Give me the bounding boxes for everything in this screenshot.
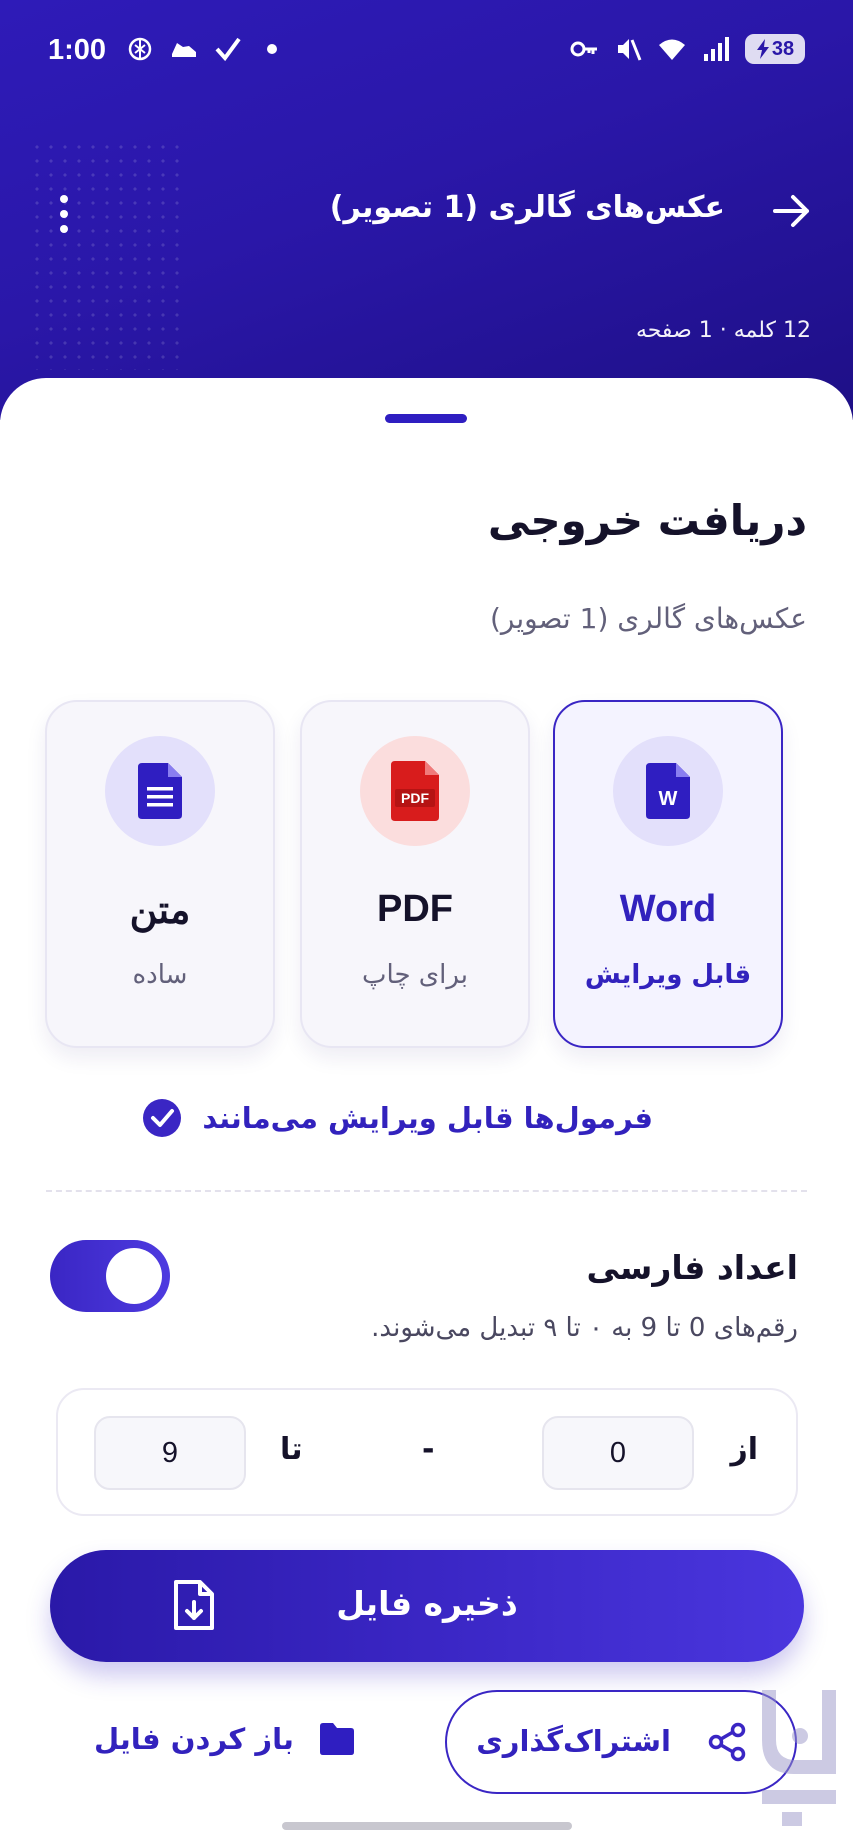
word-icon-circle: W: [613, 736, 723, 846]
store-logo-watermark: [762, 1690, 836, 1826]
divider: [46, 1190, 807, 1192]
format-card-word[interactable]: W Word قابل ویرایش: [553, 700, 783, 1048]
text-file-icon: [138, 763, 182, 819]
share-icon: [708, 1722, 746, 1762]
toggle-knob: [106, 1248, 162, 1304]
range-to-label: تا: [280, 1432, 303, 1467]
farsi-numbers-toggle[interactable]: [50, 1240, 170, 1312]
back-arrow-icon[interactable]: [771, 194, 811, 228]
pdf-icon-circle: PDF: [360, 736, 470, 846]
document-stats: 12 کلمه · 1 صفحه: [635, 318, 811, 343]
format-card-pdf[interactable]: PDF PDF برای چاپ: [300, 700, 530, 1048]
word-file-icon: W: [646, 763, 690, 819]
format-title-word: Word: [619, 888, 717, 930]
wifi-icon: [659, 39, 685, 60]
sheet-title: دریافت خروجی: [487, 496, 807, 545]
battery-indicator: 38: [745, 34, 805, 64]
range-from-input[interactable]: 0: [542, 1416, 694, 1490]
key-icon: [570, 41, 597, 57]
range-from-label: از: [730, 1432, 758, 1467]
mute-icon: [618, 39, 642, 61]
folder-icon: [319, 1723, 354, 1755]
sheet-subtitle: عکس‌های گالری (1 تصویر): [490, 602, 807, 635]
open-file-label: باز کردن فایل: [94, 1722, 294, 1756]
farsi-numbers-description: رقم‌های 0 تا 9 به ۰ تا ۹ تبدیل می‌شوند.: [371, 1313, 798, 1343]
format-subtitle-pdf: برای چاپ: [362, 960, 468, 990]
signal-icon: [704, 37, 729, 61]
sheet-drag-handle[interactable]: [385, 414, 467, 423]
charging-bolt-icon: [756, 39, 769, 59]
battery-level: 38: [771, 37, 795, 60]
status-bar: 1:00 38: [0, 0, 853, 100]
pdf-file-icon: PDF: [391, 761, 439, 821]
range-dash: -: [422, 1432, 435, 1467]
formula-note-text: فرمول‌ها قابل ویرایش می‌مانند: [202, 1101, 653, 1135]
header-title: عکس‌های گالری (1 تصویر): [329, 190, 725, 225]
save-file-button[interactable]: ذخیره فایل: [50, 1550, 804, 1662]
format-title-text: متن: [129, 890, 191, 932]
formula-editable-note: فرمول‌ها قابل ویرایش می‌مانند: [142, 1098, 653, 1138]
format-subtitle-word: قابل ویرایش: [584, 960, 752, 990]
range-to-input[interactable]: 9: [94, 1416, 246, 1490]
text-icon-circle: [105, 736, 215, 846]
digit-range-box: از 0 - تا 9: [56, 1388, 798, 1516]
save-file-label: ذخیره فایل: [336, 1584, 518, 1623]
more-options-icon[interactable]: [52, 194, 76, 234]
status-time: 1:00: [48, 34, 107, 66]
word-icon-letter: W: [659, 788, 678, 810]
format-title-pdf: PDF: [377, 888, 453, 930]
format-subtitle-text: ساده: [132, 960, 188, 990]
check-circle-icon: [143, 1099, 182, 1137]
dot-icon: [267, 44, 277, 54]
farsi-numbers-title: اعداد فارسی: [586, 1248, 799, 1287]
open-file-button[interactable]: باز کردن فایل: [94, 1722, 356, 1756]
pdf-icon-label: PDF: [401, 790, 429, 806]
home-indicator[interactable]: [282, 1822, 572, 1830]
share-label: اشتراک‌گذاری: [476, 1724, 671, 1758]
nav-row: عکس‌های گالری (1 تصویر): [0, 180, 853, 240]
dot-pattern-decoration: [30, 140, 180, 370]
header: 1:00 38 عکس‌های گالری (1 تصویر) 12 کلمه …: [0, 0, 853, 420]
check-mark-icon: [215, 37, 241, 62]
format-card-text[interactable]: متن ساده: [45, 700, 275, 1048]
running-shoe-icon: [172, 43, 196, 57]
openai-icon: [128, 37, 152, 61]
